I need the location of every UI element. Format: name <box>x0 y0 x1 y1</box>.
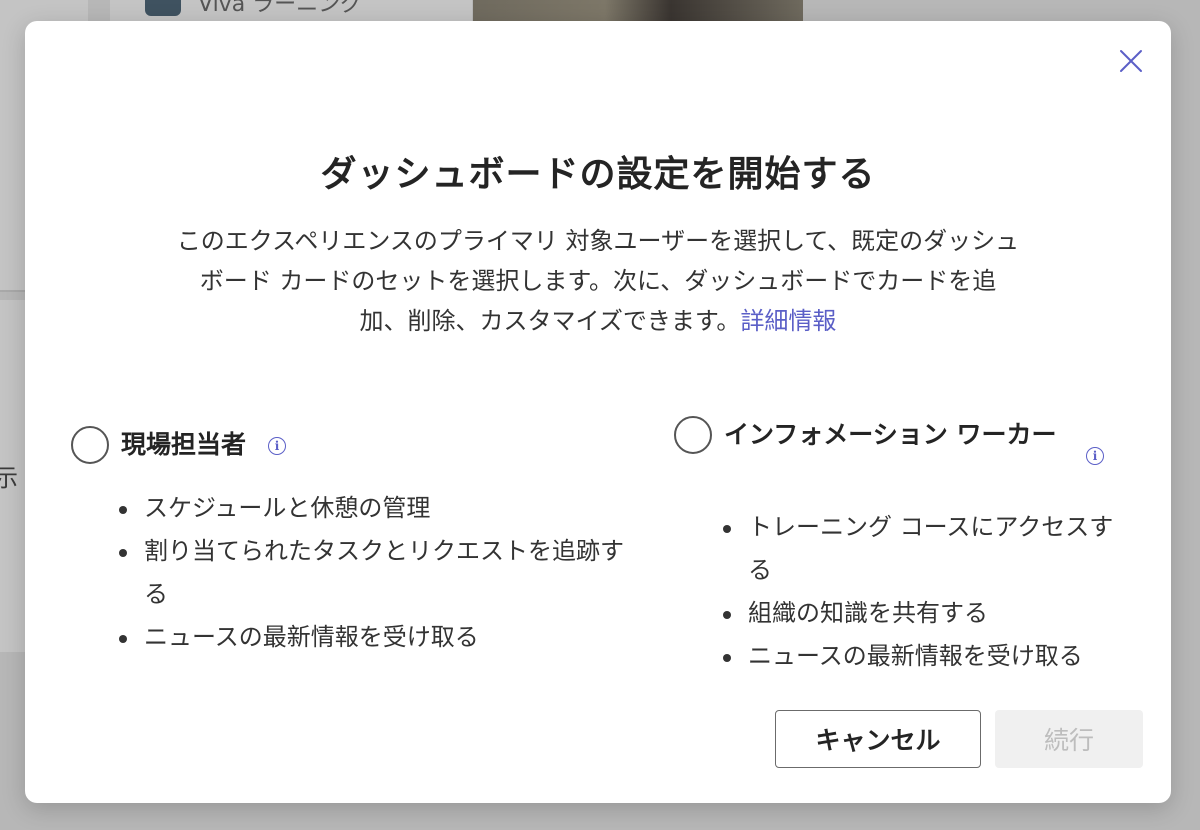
info-icon[interactable]: i <box>1086 447 1104 465</box>
list-item: スケジュールと休憩の管理 <box>117 487 647 530</box>
list-item: ニュースの最新情報を受け取る <box>117 616 647 659</box>
description-line: ボード カードのセットを選択します。次に、ダッシュボードでカードを追 <box>199 267 997 295</box>
option-information-worker[interactable]: インフォメーション ワーカー <box>674 416 1064 454</box>
radio-frontline-worker[interactable] <box>71 426 109 464</box>
learn-more-link[interactable]: 詳細情報 <box>740 307 836 335</box>
list-item: トレーニング コースにアクセスする <box>721 506 1121 592</box>
list-item: 割り当てられたタスクとリクエストを追跡する <box>117 530 647 616</box>
info-icon[interactable]: i <box>268 437 286 455</box>
bg-divider <box>0 290 25 292</box>
bg-side-text: 示 <box>0 464 18 492</box>
information-worker-benefits-list: トレーニング コースにアクセスする 組織の知識を共有する ニュースの最新情報を受… <box>721 506 1121 678</box>
bg-photo <box>473 0 803 22</box>
description-line: このエクスペリエンスのプライマリ 対象ユーザーを選択して、既定のダッシュ <box>176 227 1020 255</box>
list-item: 組織の知識を共有する <box>721 592 1121 635</box>
dialog-title: ダッシュボードの設定を開始する <box>320 154 876 195</box>
close-icon <box>1120 50 1142 72</box>
continue-button[interactable]: 続行 <box>995 710 1143 768</box>
frontline-benefits-list: スケジュールと休憩の管理 割り当てられたタスクとリクエストを追跡する ニュースの… <box>117 487 647 659</box>
list-item: ニュースの最新情報を受け取る <box>721 635 1121 678</box>
close-button[interactable] <box>1115 45 1147 77</box>
description-line-text: 加、削除、カスタマイズできます。 <box>359 307 741 335</box>
description-line: 加、削除、カスタマイズできます。詳細情報 <box>135 301 1061 341</box>
dialog-description: このエクスペリエンスのプライマリ 対象ユーザーを選択して、既定のダッシュ ボード… <box>135 221 1061 341</box>
cancel-button[interactable]: キャンセル <box>775 710 981 768</box>
bg-app-name: Viva ラーニング <box>198 0 363 17</box>
option-title: 現場担当者 <box>121 430 247 459</box>
option-frontline-worker[interactable]: 現場担当者 <box>71 426 246 464</box>
radio-information-worker[interactable] <box>674 416 712 454</box>
viva-learning-icon <box>145 0 181 16</box>
option-title: インフォメーション ワーカー <box>724 420 1057 449</box>
setup-dashboard-dialog: ダッシュボードの設定を開始する このエクスペリエンスのプライマリ 対象ユーザーを… <box>25 21 1171 803</box>
